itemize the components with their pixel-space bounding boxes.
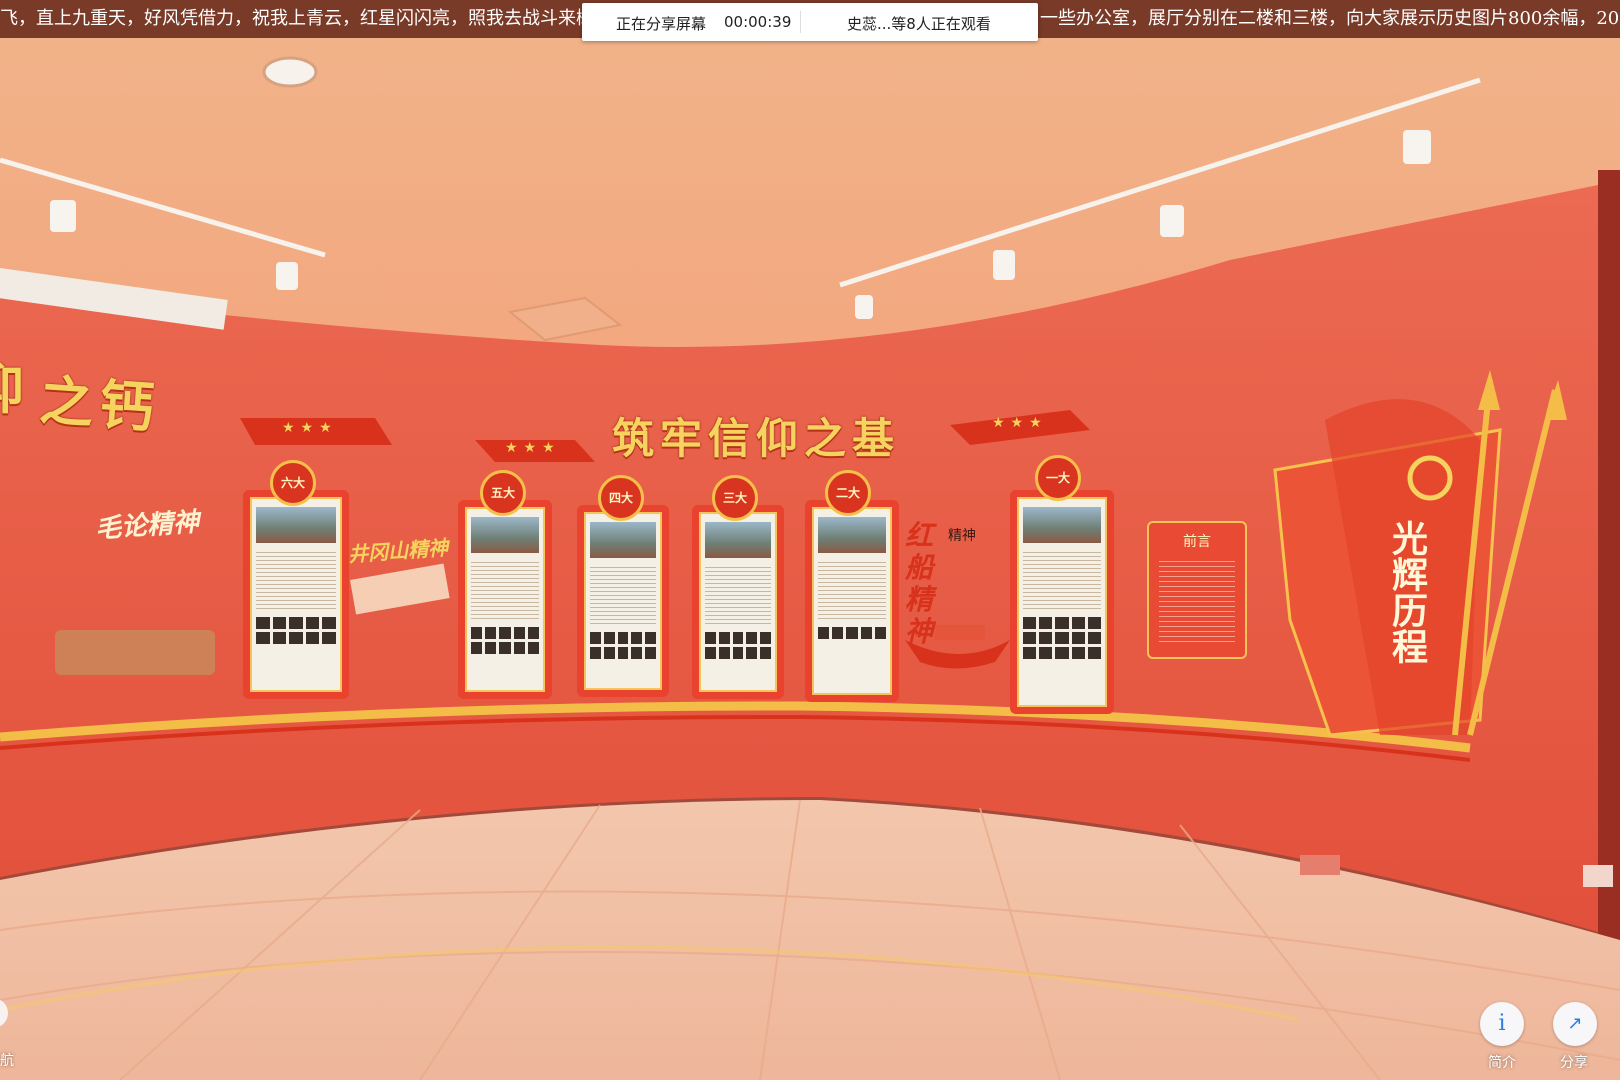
panel-badge-6: 六大 xyxy=(270,460,316,506)
nav-label-partial: 航 xyxy=(0,1053,14,1069)
left-wall-title: 之钙 xyxy=(37,367,162,441)
panorama-viewer[interactable]: 筑牢信仰之基 之钙 仰 ★★★ ★★★ ★★★ 光辉历程 前言 六大 五大 四大… xyxy=(0,0,1620,1080)
preface-text-lines xyxy=(1159,557,1235,645)
share-bar-divider xyxy=(800,11,801,33)
share-icon[interactable]: ↗ xyxy=(1553,1002,1597,1046)
side-banner-title: 光辉历程 xyxy=(1386,520,1428,664)
panel-badge-3: 三大 xyxy=(712,475,758,521)
stars-decoration-right: ★★★ xyxy=(992,415,1048,431)
panel-badge-1: 一大 xyxy=(1035,455,1081,501)
left-wall-title-partial: 仰 xyxy=(0,345,30,424)
intro-label[interactable]: 简介 xyxy=(1488,1052,1516,1072)
stars-decoration-mid: ★★★ xyxy=(505,440,561,456)
preface-title: 前言 xyxy=(1183,534,1211,550)
stars-decoration-left: ★★★ xyxy=(282,420,338,436)
ticker-text-right: 一些办公室，展厅分别在二楼和三楼，向大家展示历史图片800余幅，20组块 xyxy=(1040,8,1620,29)
share-viewers-count[interactable]: 史蕊...等8人正在观看 xyxy=(847,13,991,34)
spirit-sub-label: 精神 xyxy=(948,528,976,544)
ticker-text-left: 飞，直上九重天，好风凭借力，祝我上青云，红星闪闪亮，照我去战斗来概括 xyxy=(0,8,612,29)
exhibit-panel-5 xyxy=(458,500,552,699)
share-timer: 00:00:39 xyxy=(724,13,792,31)
panel-badge-2: 二大 xyxy=(825,470,871,516)
share-label[interactable]: 分享 xyxy=(1560,1052,1588,1072)
exhibit-panel-4 xyxy=(577,505,669,697)
main-wall-title: 筑牢信仰之基 xyxy=(612,414,901,463)
panel-badge-5: 五大 xyxy=(480,470,526,516)
spirit-label-maolun: 毛论精神 xyxy=(94,507,201,545)
share-status-text: 正在分享屏幕 xyxy=(616,15,707,33)
exhibit-panel-2 xyxy=(805,500,899,702)
exhibit-panel-6 xyxy=(243,490,349,699)
screen-share-status-bar[interactable]: 正在分享屏幕 00:00:39 史蕊...等8人正在观看 xyxy=(582,3,1038,41)
info-icon[interactable]: i xyxy=(1480,1002,1524,1046)
preface-board: 前言 xyxy=(1147,521,1247,659)
exhibit-panel-3 xyxy=(692,505,784,699)
exhibit-panel-1 xyxy=(1010,490,1114,714)
panel-badge-4: 四大 xyxy=(598,475,644,521)
spirit-label-hongchuan: 红船精神 xyxy=(905,519,934,648)
